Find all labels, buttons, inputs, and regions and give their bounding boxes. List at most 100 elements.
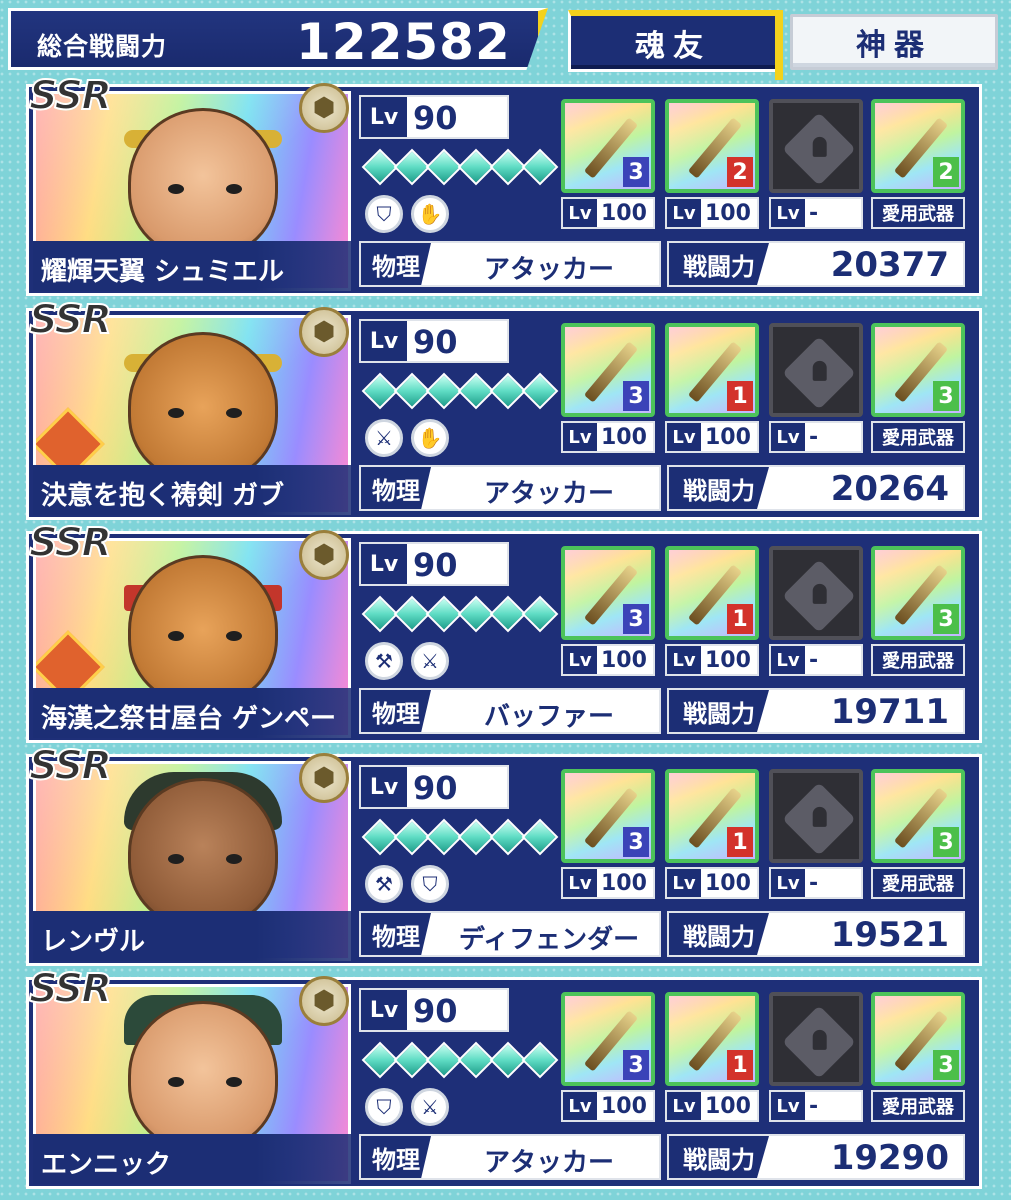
- scythe-item-icon: 3: [561, 323, 655, 417]
- equipment-level-tag: Lv: [563, 1092, 597, 1120]
- favorite-weapon-label: 愛用武器: [873, 646, 963, 674]
- combat-power: 戦闘力 20377: [667, 241, 965, 287]
- cube-icon: ⬢: [299, 307, 349, 357]
- ice-crystal-item-icon: 1: [665, 769, 759, 863]
- sword-icon: ⚔: [365, 419, 403, 457]
- equipment-rank: 3: [933, 827, 959, 857]
- equipment-rank: 3: [623, 381, 649, 411]
- star-gems: [361, 1041, 559, 1079]
- power-tag: 戦闘力: [669, 1136, 769, 1178]
- power-value: 19521: [830, 915, 949, 955]
- power-tag: 戦闘力: [669, 467, 769, 509]
- equipment-level-tag: Lv: [667, 646, 701, 674]
- equipment-rank: 2: [933, 157, 959, 187]
- equipment-slot[interactable]: 3: [561, 323, 655, 417]
- rarity-badge: SSR: [28, 72, 113, 120]
- cube-icon: ⬢: [299, 83, 349, 133]
- character-face: [128, 332, 278, 482]
- gem-star-icon: [521, 148, 559, 186]
- equipment-level-value: 100: [705, 648, 751, 673]
- equipment-level: Lv 100: [561, 867, 655, 899]
- skill-icons: ⛉ ✋: [365, 195, 449, 233]
- equipment-slot[interactable]: 3: [871, 323, 965, 417]
- character-level: Lv 90: [359, 765, 509, 809]
- cube-icon: ⬢: [299, 530, 349, 580]
- role-value: アタッカー: [483, 1148, 614, 1178]
- equipment-rank: 3: [623, 157, 649, 187]
- equipment-slot[interactable]: 3: [561, 99, 655, 193]
- attribute-role: 物理 アタッカー: [359, 241, 661, 287]
- equipment-slot[interactable]: 1: [665, 992, 759, 1086]
- level-tag: Lv: [361, 767, 407, 807]
- equipment-slot[interactable]: [769, 546, 863, 640]
- bracer-item-icon: 2: [665, 99, 759, 193]
- equipment-slot[interactable]: 1: [665, 546, 759, 640]
- total-power-panel: 総合戦闘力 122582: [8, 8, 548, 70]
- character-eye: [226, 408, 242, 418]
- equipment-slot[interactable]: 2: [871, 99, 965, 193]
- lock-icon: [782, 782, 856, 856]
- equipment-level-value: 100: [705, 425, 751, 450]
- character-row[interactable]: SSR ⬢ 耀輝天翼 シュミエル Lv 90 ⛉ ✋ 3 Lv 100 2 Lv…: [26, 72, 982, 296]
- favorite-weapon-label: 愛用武器: [873, 1092, 963, 1120]
- lock-icon: [782, 336, 856, 410]
- character-row[interactable]: SSR ⬢ エンニック Lv 90 ⛉ ⚔ 3 Lv 100 1 Lv 100 …: [26, 965, 982, 1189]
- equipment-slot[interactable]: [769, 99, 863, 193]
- sword-icon: ⚔: [411, 642, 449, 680]
- equipment-level-value: 100: [705, 1094, 751, 1119]
- character-eye: [168, 854, 184, 864]
- crossed-tools-item-icon: 3: [871, 546, 965, 640]
- equipment-level-value: 100: [601, 1094, 647, 1119]
- character-eye: [168, 184, 184, 194]
- equipment-level-tag: Lv: [771, 199, 805, 227]
- favorite-weapon-tag: 愛用武器: [871, 644, 965, 676]
- character-row[interactable]: SSR ⬢ レンヴル Lv 90 ⚒ ⛉ 3 Lv 100 1 Lv 100 L…: [26, 742, 982, 966]
- equipment-level-value: 100: [601, 871, 647, 896]
- tab-soul-friends[interactable]: 魂友: [568, 10, 783, 80]
- character-eye: [226, 854, 242, 864]
- equipment-level-value: -: [809, 425, 819, 450]
- equipment-level: Lv -: [769, 1090, 863, 1122]
- character-name: エンニック: [33, 1134, 351, 1184]
- equipment-slot[interactable]: 3: [871, 769, 965, 863]
- equipment-slot[interactable]: [769, 992, 863, 1086]
- equipment-level: Lv -: [769, 644, 863, 676]
- equipment-level-tag: Lv: [563, 423, 597, 451]
- role-value: ディフェンダー: [458, 925, 640, 955]
- katana-item-icon: 3: [561, 769, 655, 863]
- equipment-slot[interactable]: 3: [871, 546, 965, 640]
- attribute-tag: 物理: [361, 1136, 431, 1178]
- battle-axe-item-icon: 3: [871, 769, 965, 863]
- character-name: 耀輝天翼 シュミエル: [33, 241, 351, 291]
- star-gems: [361, 818, 559, 856]
- character-row[interactable]: SSR ⬢ 海漢之祭甘屋台 ゲンペー Lv 90 ⚒ ⚔ 3 Lv 100 1 …: [26, 519, 982, 743]
- equipment-slot[interactable]: 1: [665, 769, 759, 863]
- attribute-role: 物理 アタッカー: [359, 1134, 661, 1180]
- equipment-rank: 3: [623, 827, 649, 857]
- rarity-badge: SSR: [28, 965, 113, 1013]
- favorite-weapon-tag: 愛用武器: [871, 197, 965, 229]
- shield-icon: ⛉: [365, 195, 403, 233]
- equipment-level: Lv 100: [561, 421, 655, 453]
- skill-icons: ⚒ ⛉: [365, 865, 449, 903]
- equipment-slot[interactable]: 2: [665, 99, 759, 193]
- equipment-level: Lv -: [769, 867, 863, 899]
- equipment-slot[interactable]: 3: [561, 546, 655, 640]
- cube-icon: ⬢: [299, 976, 349, 1026]
- attribute-tag: 物理: [361, 690, 431, 732]
- equipment-slot[interactable]: 3: [561, 992, 655, 1086]
- character-level: Lv 90: [359, 95, 509, 139]
- character-row[interactable]: SSR ⬢ 決意を抱く祷剣 ガブ Lv 90 ⚔ ✋ 3 Lv 100 1 Lv…: [26, 296, 982, 520]
- equipment-slot[interactable]: 3: [871, 992, 965, 1086]
- equipment-level-tag: Lv: [563, 646, 597, 674]
- equipment-slot[interactable]: 1: [665, 323, 759, 417]
- gauntlet-icon: ✋: [411, 195, 449, 233]
- equipment-slot[interactable]: 3: [561, 769, 655, 863]
- lock-icon: [782, 559, 856, 633]
- equipment-slot[interactable]: [769, 769, 863, 863]
- equipment-slot[interactable]: [769, 323, 863, 417]
- tab-relics[interactable]: 神器: [790, 14, 998, 70]
- level-tag: Lv: [361, 544, 407, 584]
- equipment-level-tag: Lv: [771, 646, 805, 674]
- equipment-level-tag: Lv: [667, 1092, 701, 1120]
